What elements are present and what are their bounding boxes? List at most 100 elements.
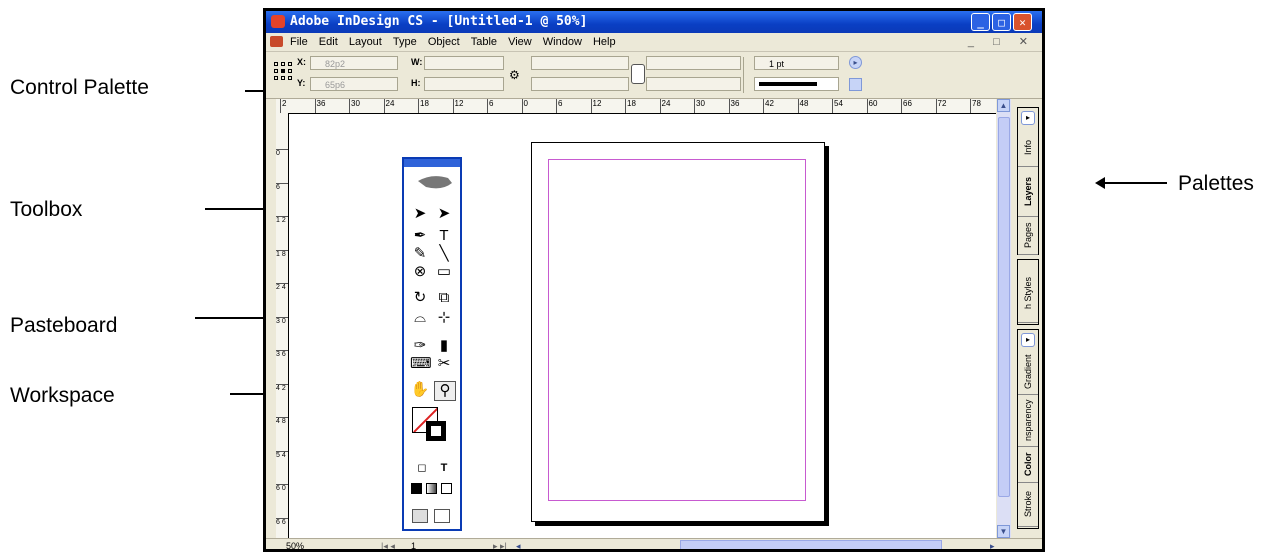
menu-help[interactable]: Help [589, 33, 620, 51]
pencil-tool[interactable]: ✎ [410, 245, 430, 263]
palettes-dock: ▸ Info Layers Pages h Styles ▸ Gradient … [1014, 99, 1042, 538]
scroll-down-button[interactable]: ▼ [997, 525, 1010, 538]
rectangle-tool[interactable]: ▭ [434, 263, 454, 281]
window-title: Adobe InDesign CS - [Untitled-1 @ 50%] [290, 14, 588, 29]
menu-file[interactable]: File [286, 33, 312, 51]
rotate-tool[interactable]: ↻ [410, 289, 430, 307]
arrow-palettes [1095, 177, 1167, 189]
scissors-tool[interactable]: ✂ [434, 355, 454, 373]
color-button[interactable] [411, 483, 422, 494]
horizontal-scroll-thumb[interactable] [680, 540, 942, 549]
tab-gradient[interactable]: Gradient [1018, 350, 1038, 395]
palette-expand-button-2[interactable]: ▸ [1021, 333, 1035, 347]
tab-stroke[interactable]: Stroke [1018, 482, 1038, 527]
document-page[interactable] [531, 142, 825, 522]
palette-menu-icon[interactable] [849, 78, 862, 91]
zoom-tool[interactable]: ⚲ [434, 381, 456, 401]
document-window-controls[interactable]: _ □ ✕ [968, 33, 1036, 51]
ruler-h-label: 6 [556, 99, 562, 113]
reference-point-icon[interactable] [274, 62, 292, 80]
vertical-scroll-thumb[interactable] [998, 117, 1010, 497]
x-field[interactable]: 82p2 [310, 56, 398, 70]
palette-group-styles: h Styles [1017, 259, 1039, 325]
gradient-tool[interactable]: ▮ [434, 337, 454, 355]
x-label: X: [297, 57, 306, 67]
shear-field[interactable] [646, 77, 741, 91]
ruler-h-label: 78 [970, 99, 981, 113]
control-palette: X: 82p2 Y: 65p6 W: H: ⚙ 1 pt ▸ [266, 52, 1042, 99]
tab-info[interactable]: Info [1018, 128, 1038, 167]
formatting-affects-text-button[interactable]: T [434, 459, 454, 477]
title-bar[interactable]: Adobe InDesign CS - [Untitled-1 @ 50%] _… [266, 11, 1042, 33]
menu-object[interactable]: Object [424, 33, 464, 51]
menu-edit[interactable]: Edit [315, 33, 342, 51]
normal-view-button[interactable] [412, 509, 428, 523]
fill-stroke-swatch[interactable] [412, 407, 452, 447]
hand-tool[interactable]: ✋ [410, 381, 430, 399]
scroll-right-button[interactable]: ▸ [990, 539, 995, 549]
tab-transparency[interactable]: nsparency [1018, 394, 1038, 447]
ruler-h-label: 72 [935, 99, 946, 113]
stroke-style-select[interactable] [754, 77, 839, 91]
pen-tool[interactable]: ✒ [410, 227, 430, 245]
frame-tool[interactable]: ⊗ [410, 263, 430, 281]
palette-expand-button[interactable]: ▸ [1021, 111, 1035, 125]
menu-table[interactable]: Table [467, 33, 501, 51]
tab-layers[interactable]: Layers [1018, 166, 1038, 217]
tab-pages[interactable]: Pages [1018, 216, 1038, 255]
ruler-v-label: 0 [276, 149, 288, 158]
close-button[interactable]: ✕ [1013, 13, 1032, 31]
pasteboard[interactable] [289, 114, 996, 538]
maximize-button[interactable]: □ [992, 13, 1011, 31]
ruler-h-label: 30 [349, 99, 360, 113]
h-field[interactable] [424, 77, 504, 91]
rotation-field[interactable] [646, 56, 741, 70]
next-page-button[interactable]: ▸ ▸| [493, 539, 507, 549]
tab-paragraph-styles[interactable]: h Styles [1018, 264, 1038, 323]
menu-type[interactable]: Type [389, 33, 421, 51]
scale-tool[interactable]: ⧉ [434, 289, 454, 307]
palette-menu-button[interactable]: ▸ [849, 56, 862, 69]
scale-y-field[interactable] [531, 77, 629, 91]
stroke-weight-field[interactable]: 1 pt [754, 56, 839, 70]
none-button[interactable] [441, 483, 452, 494]
eyedropper-tool[interactable]: ✑ [410, 337, 430, 355]
type-tool[interactable]: T [434, 227, 454, 245]
y-label: Y: [297, 78, 306, 88]
horizontal-ruler[interactable]: 2 36 30 24 18 12 6 0 6 12 18 24 30 36 42 48 54 60 66 72 78 [276, 99, 996, 114]
first-page-button[interactable]: |◂ ◂ [381, 539, 395, 549]
h-label: H: [411, 78, 421, 88]
vertical-scrollbar[interactable]: ▲ ▼ [997, 99, 1011, 538]
gradient-button[interactable] [426, 483, 437, 494]
menu-window[interactable]: Window [539, 33, 586, 51]
button-tool[interactable]: ⌨ [410, 355, 432, 373]
feather-logo-icon [418, 176, 452, 189]
tab-color[interactable]: Color [1018, 446, 1038, 483]
shear-tool[interactable]: ⌓ [410, 309, 430, 327]
toolbox-titlebar[interactable] [404, 159, 460, 167]
formatting-affects-container-button[interactable]: ◻ [412, 459, 432, 477]
menu-view[interactable]: View [504, 33, 536, 51]
constrain-scale-icon[interactable] [631, 64, 645, 84]
scroll-up-button[interactable]: ▲ [997, 99, 1010, 112]
preview-view-button[interactable] [434, 509, 450, 523]
w-field[interactable] [424, 56, 504, 70]
zoom-field[interactable]: 50% [286, 539, 304, 549]
vertical-ruler[interactable]: 0 6 1 2 1 8 2 4 3 0 3 6 4 2 4 8 5 4 6 0 6 6 [276, 113, 289, 538]
scale-x-field[interactable] [531, 56, 629, 70]
ruler-h-label: 48 [797, 99, 808, 113]
page-margin-guides [548, 159, 806, 501]
constrain-proportions-icon[interactable]: ⚙ [509, 68, 520, 82]
line-tool[interactable]: ╲ [434, 245, 454, 263]
status-bar: 50% |◂ ◂ 1 ▸ ▸| ◂ ▸ [266, 538, 1042, 549]
free-transform-tool[interactable]: ⊹ [434, 309, 454, 327]
ruler-h-label: 0 [521, 99, 528, 113]
selection-tool[interactable]: ➤ [410, 205, 430, 223]
ruler-h-label: 36 [314, 99, 325, 113]
y-field[interactable]: 65p6 [310, 77, 398, 91]
direct-selection-tool[interactable]: ➤ [434, 205, 454, 223]
menu-layout[interactable]: Layout [345, 33, 386, 51]
scroll-left-button[interactable]: ◂ [516, 539, 521, 549]
minimize-button[interactable]: _ [971, 13, 990, 31]
page-number-field[interactable]: 1 [411, 539, 416, 549]
